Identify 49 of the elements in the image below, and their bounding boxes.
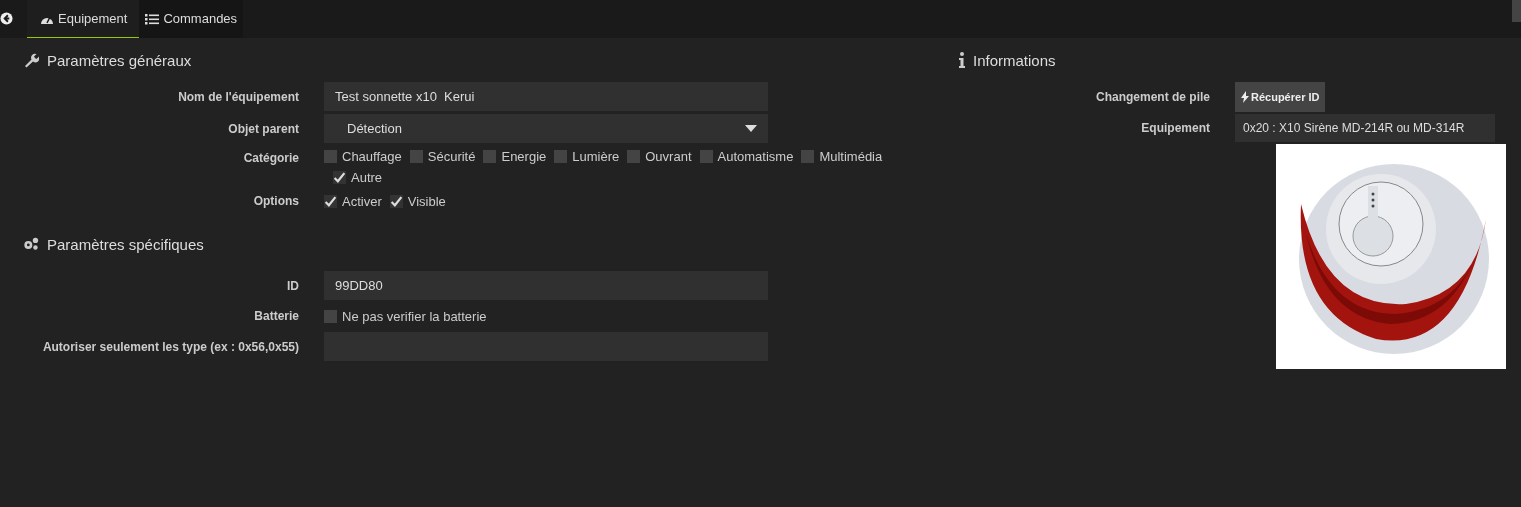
tab[interactable]: Commandes: [139, 0, 244, 38]
checkbox-label: Autre: [351, 170, 383, 185]
checkbox[interactable]: [627, 150, 641, 163]
field-label: Objet parent: [227, 121, 299, 136]
side-handle[interactable]: [1512, 0, 1521, 22]
checkbox-label: Lumière: [572, 149, 620, 164]
field-label: Equipement: [1140, 121, 1210, 135]
device-field: 0x20 : X10 Sirène MD-214R ou MD-314R: [1235, 114, 1495, 142]
parent-select[interactable]: Détection: [324, 114, 768, 143]
field-label: Catégorie: [242, 150, 299, 165]
name-field[interactable]: Test sonnette x10 Kerui: [324, 82, 768, 111]
checkbox-label: Energie: [501, 149, 547, 164]
checkbox-label: Ouvrant: [645, 149, 692, 164]
section-title: Informations: [973, 51, 1056, 69]
checkbox[interactable]: [699, 150, 713, 163]
bolt-icon: [1241, 91, 1249, 103]
checkbox[interactable]: [324, 309, 337, 323]
checkbox[interactable]: [324, 150, 337, 163]
checkbox-label: Sécurité: [427, 149, 476, 164]
checkbox-label: Activer: [342, 193, 382, 209]
checkbox-label: Visible: [407, 193, 446, 209]
checkbox[interactable]: [483, 150, 497, 163]
checkbox[interactable]: [801, 150, 815, 163]
info-icon: [959, 52, 965, 68]
wrench-icon: [23, 52, 39, 68]
checkbox-label: Chauffage: [342, 149, 402, 164]
checkbox[interactable]: [409, 150, 423, 163]
back-icon[interactable]: [0, 12, 13, 25]
gears-icon: [23, 236, 39, 252]
checkbox[interactable]: [324, 194, 337, 208]
checkbox-label: Automatisme: [717, 149, 794, 164]
field-label: Options: [252, 194, 299, 208]
checkbox-label: Ne pas verifier la batterie: [342, 308, 487, 324]
field-label: Changement de pile: [1094, 90, 1210, 104]
checkbox[interactable]: [333, 171, 346, 184]
caret-icon: [745, 125, 757, 132]
tab[interactable]: Equipement: [27, 0, 140, 38]
checkbox[interactable]: [389, 194, 403, 208]
id-field[interactable]: 99DD80: [324, 271, 768, 300]
section-title: Paramètres généraux: [47, 51, 192, 69]
checkbox-label: Multimédia: [819, 149, 883, 164]
list-icon: [145, 12, 160, 25]
checkbox[interactable]: [554, 150, 568, 163]
field-label: Autoriser seulement les type (ex : 0x56,0x55): [41, 339, 299, 354]
field-label: ID: [286, 278, 299, 293]
field-label: Nom de l'équipement: [177, 89, 299, 104]
section-title: Paramètres spécifiques: [47, 235, 204, 253]
field-label: Batterie: [253, 309, 299, 323]
retrieve-id-button[interactable]: Récupérer ID: [1235, 82, 1326, 112]
